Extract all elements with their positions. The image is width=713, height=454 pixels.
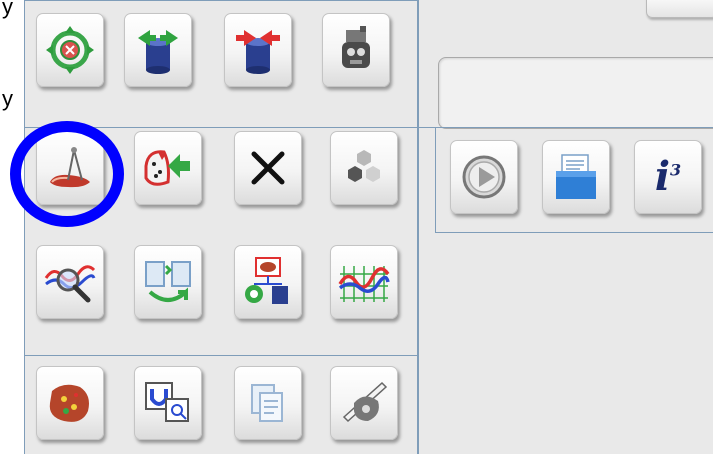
top-tab-button[interactable] — [646, 0, 713, 18]
documents-icon — [251, 384, 283, 422]
cylinder-import-button[interactable] — [224, 13, 292, 87]
highlight-circle — [10, 121, 124, 227]
sketch-tools-icon — [342, 381, 388, 423]
cylinder-import-icon — [236, 30, 280, 74]
scan-magnify-icon — [145, 382, 189, 422]
panel-divider — [435, 232, 713, 233]
search-wave-button[interactable] — [36, 245, 104, 319]
robot-head-icon — [342, 26, 370, 68]
edge-text-mid: y — [2, 86, 13, 111]
model-transfer-icon — [245, 257, 288, 304]
cylinder-export-icon — [138, 30, 178, 74]
tool-group-3 — [24, 356, 417, 454]
play-icon — [462, 155, 506, 199]
robot-head-button[interactable] — [322, 13, 390, 87]
sync-documents-icon — [145, 261, 191, 302]
sync-documents-button[interactable] — [134, 245, 202, 319]
info-label: i — [654, 153, 671, 200]
scatter-arrow-icon — [144, 150, 190, 186]
hexagon-cluster-button[interactable] — [330, 131, 398, 205]
panel-divider — [435, 127, 436, 233]
cylinder-export-button[interactable] — [124, 13, 192, 87]
signal-grid-button[interactable] — [330, 245, 398, 319]
search-wave-icon — [44, 265, 96, 303]
panel-divider — [418, 127, 713, 128]
tool-group-1 — [24, 0, 417, 128]
surface-map-button[interactable] — [36, 366, 104, 440]
file-box-icon — [556, 154, 596, 199]
info-button[interactable]: i3 — [634, 140, 702, 214]
surface-map-icon — [49, 384, 89, 422]
delete-x-icon — [251, 151, 285, 185]
scatter-arrow-button[interactable] — [134, 131, 202, 205]
documents-button[interactable] — [234, 366, 302, 440]
status-display — [438, 57, 713, 129]
play-button[interactable] — [450, 140, 518, 214]
file-box-button[interactable] — [542, 140, 610, 214]
target-move-icon — [46, 26, 94, 74]
hexagon-cluster-icon — [348, 150, 380, 182]
sketch-tools-button[interactable] — [330, 366, 398, 440]
tool-panel — [24, 0, 418, 454]
signal-grid-icon — [338, 266, 390, 302]
model-transfer-button[interactable] — [234, 245, 302, 319]
edge-text-top: y — [2, 0, 13, 19]
info-icon: i3 — [655, 157, 681, 197]
target-move-button[interactable] — [36, 13, 104, 87]
info-superscript: 3 — [670, 160, 682, 180]
delete-x-button[interactable] — [234, 131, 302, 205]
scan-magnify-button[interactable] — [134, 366, 202, 440]
